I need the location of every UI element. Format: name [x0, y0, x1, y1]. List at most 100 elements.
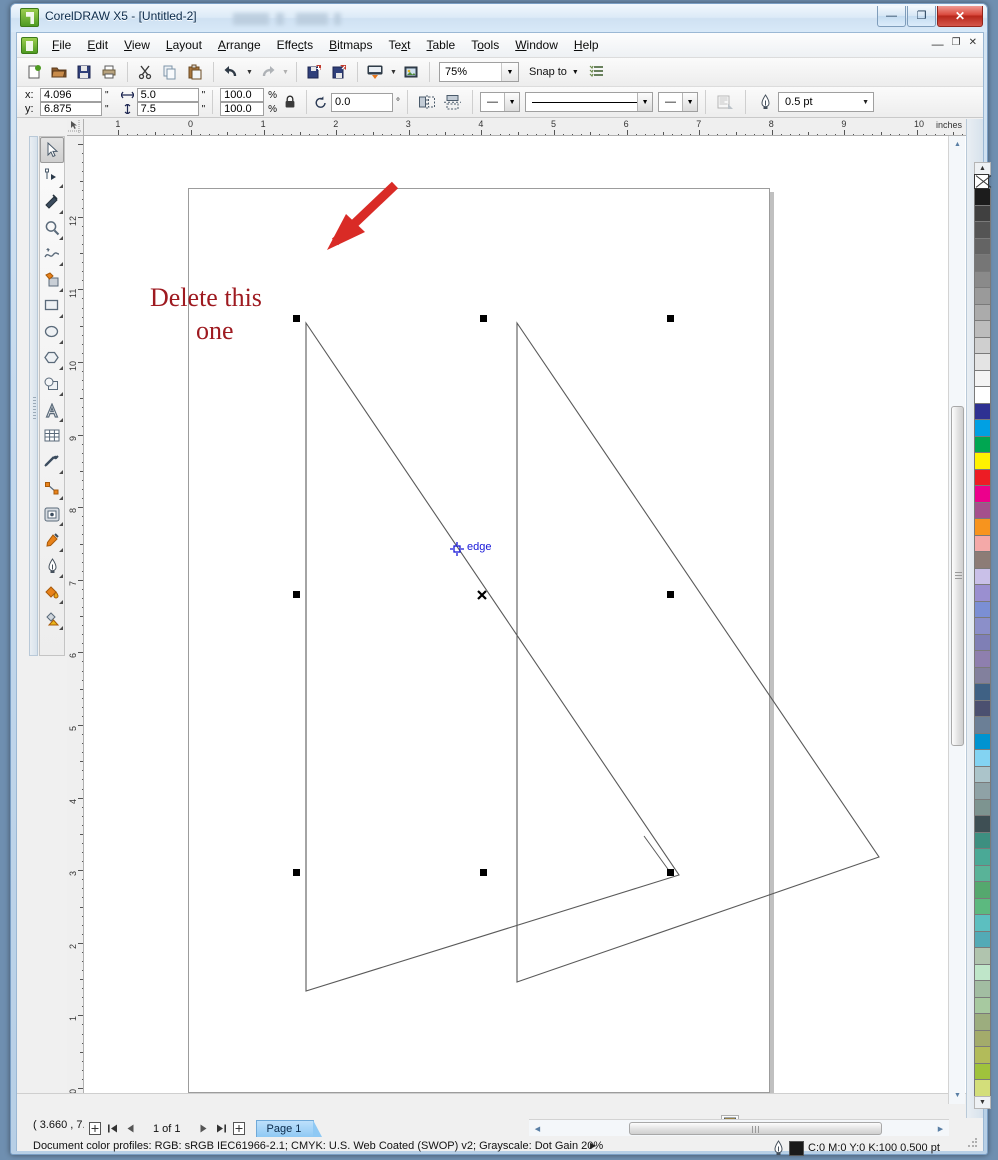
- undo-button[interactable]: [219, 60, 243, 84]
- palette-swatch[interactable]: [974, 370, 991, 388]
- palette-swatch[interactable]: [974, 865, 991, 883]
- color-eyedropper-tool[interactable]: [40, 527, 64, 553]
- redo-button[interactable]: [255, 60, 279, 84]
- menu-arrange[interactable]: Arrange: [210, 34, 269, 56]
- connector-tool[interactable]: [40, 475, 64, 501]
- selection-handle-nw[interactable]: [293, 315, 300, 322]
- document-icon[interactable]: [21, 37, 38, 54]
- palette-swatch[interactable]: [974, 304, 991, 322]
- palette-swatch[interactable]: [974, 617, 991, 635]
- vertical-scroll-thumb[interactable]: [951, 406, 964, 746]
- polygon-tool[interactable]: [40, 345, 64, 371]
- menu-edit[interactable]: Edit: [79, 34, 116, 56]
- page-tab-page1[interactable]: Page 1: [256, 1120, 315, 1137]
- palette-swatch[interactable]: [974, 980, 991, 998]
- mdi-close-button[interactable]: ✕: [969, 37, 977, 51]
- palette-swatch[interactable]: [974, 403, 991, 421]
- menu-layout[interactable]: Layout: [158, 34, 210, 56]
- chevron-down-icon[interactable]: ▼: [682, 93, 697, 111]
- flyout-indicator[interactable]: [59, 210, 63, 214]
- palette-swatch[interactable]: [974, 254, 991, 272]
- ellipse-tool[interactable]: [40, 319, 64, 345]
- palette-swatch[interactable]: [974, 353, 991, 371]
- width-input[interactable]: 5.0: [137, 88, 199, 102]
- palette-swatch[interactable]: [974, 584, 991, 602]
- new-document-button[interactable]: [22, 60, 46, 84]
- palette-swatch[interactable]: [974, 601, 991, 619]
- line-style-combo[interactable]: ▼: [525, 92, 653, 112]
- flyout-indicator[interactable]: [59, 288, 63, 292]
- flyout-indicator[interactable]: [59, 418, 63, 422]
- palette-swatch[interactable]: [974, 485, 991, 503]
- basic-shapes-tool[interactable]: [40, 371, 64, 397]
- palette-swatch[interactable]: [974, 667, 991, 685]
- dimension-tool[interactable]: [40, 449, 64, 475]
- scroll-left-button[interactable]: ◀: [529, 1120, 546, 1137]
- mirror-vertical-button[interactable]: [440, 90, 464, 114]
- flyout-indicator[interactable]: [59, 548, 63, 552]
- redo-dropdown[interactable]: ▼: [280, 60, 291, 84]
- table-tool[interactable]: [40, 423, 64, 449]
- selection-handle-ne[interactable]: [667, 315, 674, 322]
- next-page-button[interactable]: [196, 1121, 211, 1136]
- start-arrowhead-combo[interactable]: — ▼: [480, 92, 520, 112]
- freehand-tool[interactable]: [40, 241, 64, 267]
- palette-swatch[interactable]: [974, 799, 991, 817]
- palette-swatch[interactable]: [974, 419, 991, 437]
- ruler-origin-corner[interactable]: [67, 119, 84, 136]
- smart-fill-tool[interactable]: [40, 267, 64, 293]
- palette-swatch[interactable]: [974, 964, 991, 982]
- chevron-down-icon[interactable]: ▼: [572, 69, 579, 76]
- flyout-indicator[interactable]: [59, 574, 63, 578]
- scroll-down-button[interactable]: ▼: [949, 1087, 966, 1104]
- canvas-horizontal-scrollbar[interactable]: ◀ ▶: [529, 1119, 949, 1136]
- flyout-indicator[interactable]: [59, 314, 63, 318]
- add-page-after-button[interactable]: [232, 1121, 247, 1136]
- color-profiles-expand-arrow-icon[interactable]: ▶: [590, 1141, 596, 1150]
- palette-swatch[interactable]: [974, 1030, 991, 1048]
- menu-bitmaps[interactable]: Bitmaps: [321, 34, 380, 56]
- wrap-paragraph-text-button[interactable]: [713, 90, 737, 114]
- undo-dropdown[interactable]: ▼: [244, 60, 255, 84]
- palette-swatch[interactable]: [974, 766, 991, 784]
- menu-view[interactable]: View: [116, 34, 158, 56]
- palette-swatch[interactable]: [974, 1079, 991, 1097]
- palette-swatch[interactable]: [974, 452, 991, 470]
- flyout-indicator[interactable]: [59, 392, 63, 396]
- selection-handle-w[interactable]: [293, 591, 300, 598]
- palette-swatch[interactable]: [974, 881, 991, 899]
- application-launcher-button[interactable]: [399, 60, 423, 84]
- zoom-level-combo[interactable]: 75% ▼: [439, 62, 519, 82]
- add-page-before-button[interactable]: [87, 1121, 102, 1136]
- outline-width-combo[interactable]: 0.5 pt ▼: [778, 92, 874, 112]
- flyout-indicator[interactable]: [59, 184, 63, 188]
- chevron-down-icon[interactable]: ▼: [501, 63, 518, 81]
- palette-swatch[interactable]: [974, 271, 991, 289]
- pick-tool[interactable]: [40, 137, 64, 163]
- menu-file[interactable]: File: [44, 34, 79, 56]
- flyout-indicator[interactable]: [59, 470, 63, 474]
- canvas-vertical-scrollbar[interactable]: ▲ ▼: [948, 136, 965, 1104]
- flyout-indicator[interactable]: [59, 600, 63, 604]
- palette-swatch[interactable]: [974, 997, 991, 1015]
- flyout-indicator[interactable]: [59, 496, 63, 500]
- palette-swatch[interactable]: [974, 716, 991, 734]
- flyout-indicator[interactable]: [59, 340, 63, 344]
- export-button[interactable]: [327, 60, 351, 84]
- save-document-button[interactable]: [72, 60, 96, 84]
- palette-swatch[interactable]: [974, 947, 991, 965]
- copy-button[interactable]: [158, 60, 182, 84]
- palette-swatch[interactable]: [974, 832, 991, 850]
- mdi-minimize-button[interactable]: —: [932, 37, 944, 51]
- first-page-button[interactable]: [105, 1121, 120, 1136]
- palette-swatch[interactable]: [974, 650, 991, 668]
- lock-ratio-button[interactable]: [281, 92, 299, 112]
- flyout-indicator[interactable]: [59, 522, 63, 526]
- horizontal-ruler[interactable]: 1012345678910inches: [67, 119, 966, 136]
- palette-no-color-swatch[interactable]: [974, 174, 989, 189]
- chevron-down-icon[interactable]: ▼: [504, 93, 519, 111]
- shape-tool[interactable]: [40, 163, 64, 189]
- height-input[interactable]: 7.5: [137, 102, 199, 116]
- selection-handle-e[interactable]: [667, 591, 674, 598]
- palette-swatch[interactable]: [974, 683, 991, 701]
